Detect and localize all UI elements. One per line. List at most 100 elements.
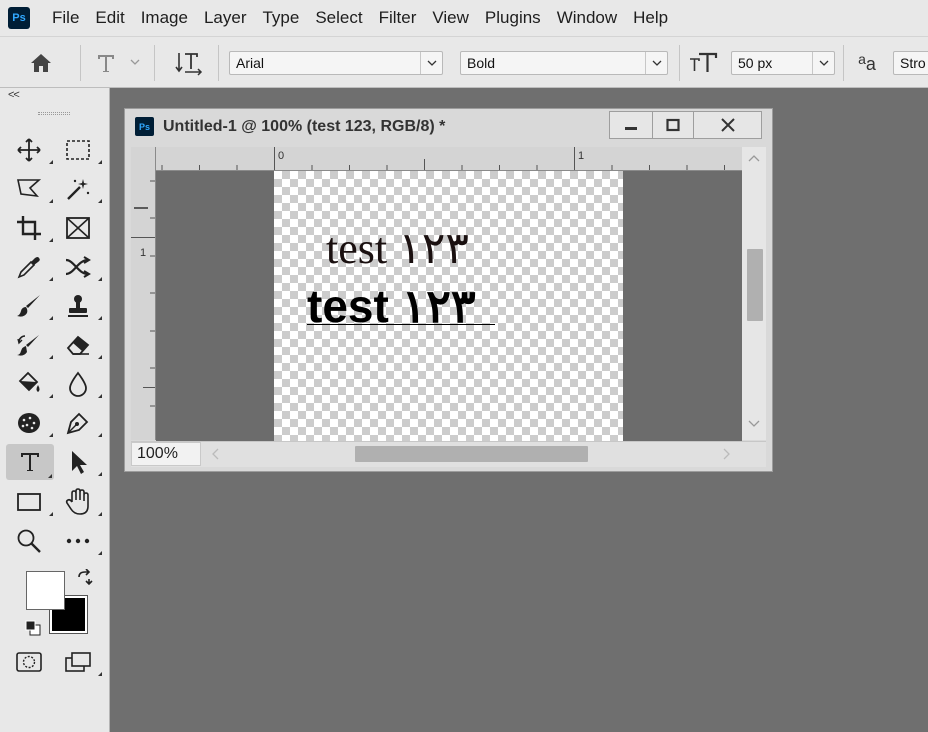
collapse-panel-button[interactable]: << xyxy=(8,89,20,101)
eyedropper-tool[interactable] xyxy=(12,251,53,283)
horizontal-ruler[interactable]: 0 1 xyxy=(156,147,742,171)
minimize-button[interactable] xyxy=(609,111,653,139)
clone-stamp-tool[interactable] xyxy=(61,290,102,322)
ruler-ticks xyxy=(131,180,155,407)
menu-window[interactable]: Window xyxy=(549,0,625,36)
rectangle-tool[interactable] xyxy=(12,486,53,518)
menu-layer[interactable]: Layer xyxy=(196,0,255,36)
move-tool[interactable] xyxy=(12,134,53,166)
chevron-down-icon[interactable] xyxy=(128,55,142,69)
menu-select[interactable]: Select xyxy=(307,0,370,36)
ruler-ticks xyxy=(161,147,725,170)
type-tool-preset-icon[interactable] xyxy=(92,49,120,77)
document-logo-icon: Ps xyxy=(135,117,154,136)
antialias-icon: aa xyxy=(858,51,876,74)
maximize-button[interactable] xyxy=(652,111,694,139)
toggle-text-orientation-icon[interactable] xyxy=(172,49,206,77)
close-button[interactable] xyxy=(693,111,762,139)
object-selection-tool[interactable] xyxy=(61,173,102,205)
marquee-tool[interactable] xyxy=(61,134,102,166)
transparent-artboard[interactable]: test ١٢٣ test ١٢٣ xyxy=(274,171,623,441)
screen-mode-icon xyxy=(65,652,91,672)
pen-icon xyxy=(66,412,89,435)
path-selection-tool[interactable] xyxy=(61,446,102,478)
menu-plugins[interactable]: Plugins xyxy=(477,0,549,36)
scroll-right-icon[interactable] xyxy=(719,447,733,461)
eyedropper-icon xyxy=(17,257,40,279)
sponge-icon xyxy=(18,413,40,433)
separator xyxy=(154,45,155,81)
font-family-select[interactable]: Arial xyxy=(229,51,443,75)
swap-colors-icon[interactable] xyxy=(75,568,95,587)
type-icon xyxy=(21,453,39,471)
rectangle-icon xyxy=(17,493,41,511)
crop-tool[interactable] xyxy=(12,212,53,244)
menu-type[interactable]: Type xyxy=(254,0,307,36)
zoom-tool[interactable] xyxy=(12,525,46,557)
menu-image[interactable]: Image xyxy=(133,0,196,36)
pen-tool[interactable] xyxy=(61,407,102,439)
blur-tool[interactable] xyxy=(61,368,102,400)
menu-help[interactable]: Help xyxy=(625,0,676,36)
foreground-color-swatch[interactable] xyxy=(26,571,65,610)
scroll-down-icon[interactable] xyxy=(742,417,766,431)
document-title: Untitled-1 @ 100% (test 123, RGB/8) * xyxy=(163,118,446,135)
zoom-level-field[interactable]: 100% xyxy=(131,442,201,466)
home-icon[interactable] xyxy=(26,51,56,75)
ruler-label: 0 xyxy=(278,150,285,162)
ruler-label: 1 xyxy=(140,247,147,259)
magic-wand-icon xyxy=(67,179,90,200)
minimize-icon xyxy=(625,127,637,130)
font-size-select[interactable]: 50 px xyxy=(731,51,835,75)
scroll-left-icon[interactable] xyxy=(209,447,223,461)
maximize-icon xyxy=(666,118,680,132)
brush-icon xyxy=(17,295,40,317)
brush-tool[interactable] xyxy=(12,290,53,322)
quick-mask-button[interactable] xyxy=(12,646,46,678)
edit-toolbar-button[interactable] xyxy=(61,525,102,557)
stamp-icon xyxy=(68,295,88,317)
default-colors-icon[interactable] xyxy=(25,620,41,636)
more-icon xyxy=(66,538,90,544)
menu-bar: Ps File Edit Image Layer Type Select Fil… xyxy=(0,0,928,36)
sponge-tool[interactable] xyxy=(12,407,53,439)
quick-mask-icon xyxy=(16,652,42,672)
screen-mode-button[interactable] xyxy=(61,646,102,678)
antialias-select[interactable]: Stro xyxy=(893,51,928,75)
horizontal-scroll-thumb[interactable] xyxy=(355,446,588,462)
font-style-select[interactable]: Bold xyxy=(460,51,668,75)
frame-tool[interactable] xyxy=(61,212,95,244)
blur-drop-icon xyxy=(69,371,87,397)
font-style-value: Bold xyxy=(467,55,496,71)
eraser-tool[interactable] xyxy=(61,329,102,361)
close-icon xyxy=(720,118,735,132)
chevron-down-icon xyxy=(812,52,834,74)
healing-brush-tool[interactable] xyxy=(61,251,102,283)
menu-view[interactable]: View xyxy=(424,0,477,36)
font-family-value: Arial xyxy=(236,55,265,71)
panel-grip[interactable] xyxy=(38,112,70,115)
paint-bucket-tool[interactable] xyxy=(12,368,53,400)
paint-bucket-icon xyxy=(18,371,40,392)
scroll-up-icon[interactable] xyxy=(742,151,766,165)
status-bar: 100% xyxy=(131,441,766,467)
canvas-area[interactable]: test ١٢٣ test ١٢٣ xyxy=(156,171,742,441)
document-title-bar[interactable]: Ps Untitled-1 @ 100% (test 123, RGB/8) * xyxy=(125,109,772,145)
vertical-scroll-thumb[interactable] xyxy=(747,249,763,321)
content-aware-move-icon xyxy=(65,256,91,278)
menu-edit[interactable]: Edit xyxy=(87,0,132,36)
vertical-scrollbar[interactable] xyxy=(742,147,766,440)
frame-icon xyxy=(66,217,90,239)
lasso-tool[interactable] xyxy=(12,173,53,205)
history-brush-tool[interactable] xyxy=(12,329,53,361)
menu-file[interactable]: File xyxy=(44,0,87,36)
hand-tool[interactable] xyxy=(61,486,102,518)
text-layer-regular[interactable]: test ١٢٣ xyxy=(326,223,469,274)
menu-filter[interactable]: Filter xyxy=(371,0,425,36)
horizontal-type-tool[interactable] xyxy=(6,444,54,480)
vertical-ruler[interactable]: 1 xyxy=(131,147,156,440)
font-size-value: 50 px xyxy=(738,55,773,71)
antialias-value: Stro xyxy=(900,55,926,71)
move-icon xyxy=(17,138,41,162)
tools-panel: << xyxy=(0,88,110,732)
